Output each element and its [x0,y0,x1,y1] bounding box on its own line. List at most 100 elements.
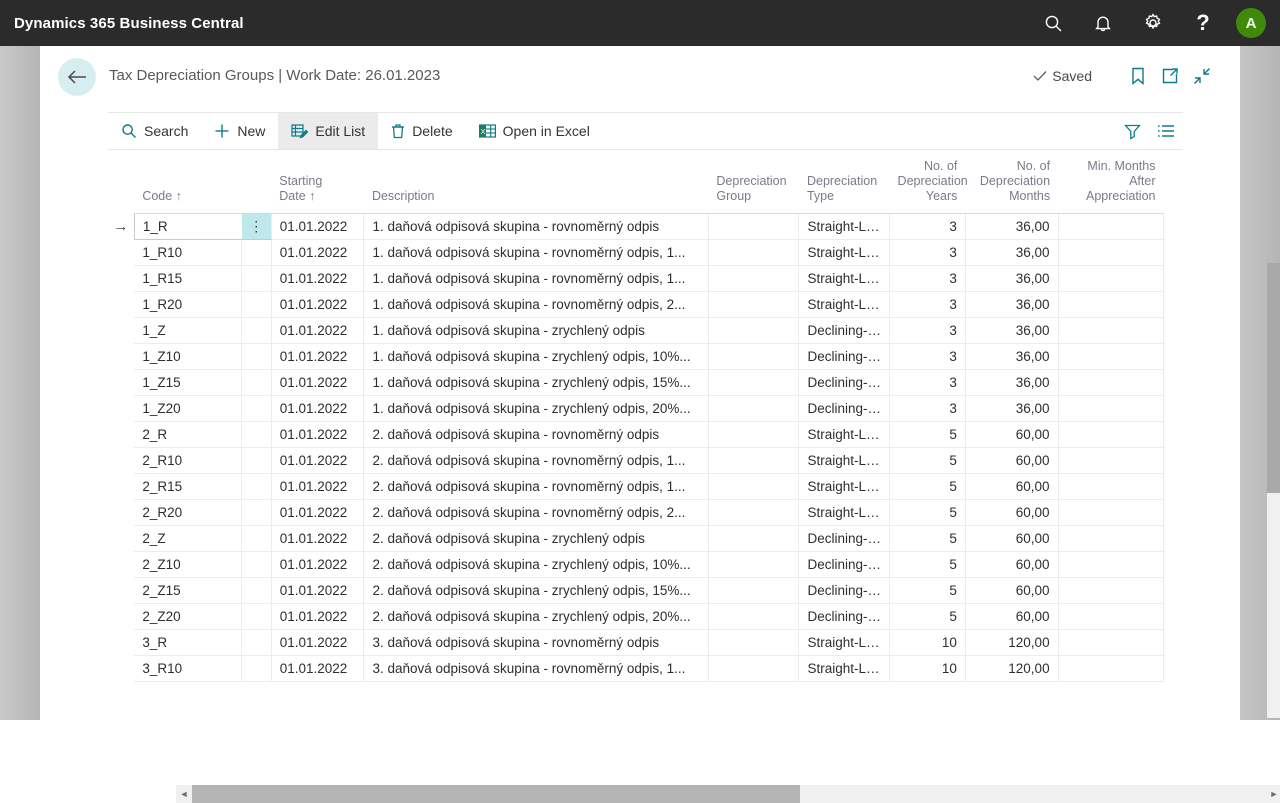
row-menu-button[interactable] [241,291,272,318]
cell-starting-date[interactable]: 01.01.2022 [271,629,365,656]
table-row[interactable]: 2_Z 01.01.2022 2. daňová odpisová skupina … [108,525,1165,552]
cell-description[interactable]: 2. daňová odpisová skupina - rovnoměrný … [363,447,709,474]
cell-min-months-after-appreciation[interactable] [1058,551,1165,578]
cell-min-months-after-appreciation[interactable] [1058,291,1165,318]
cell-code[interactable]: 1_Z10 [134,343,243,370]
cell-no-of-depreciation-years[interactable]: 10 [889,655,966,682]
table-row[interactable]: 2_R20 01.01.2022 2. daňová odpisová skupin… [108,499,1165,526]
cell-depreciation-type[interactable]: Declining-B... [798,343,891,370]
column-header-description[interactable]: Description [363,151,709,214]
cell-starting-date[interactable]: 01.01.2022 [271,525,365,552]
cell-description[interactable]: 1. daňová odpisová skupina - zrychlený o… [363,317,709,344]
scroll-right-arrow-icon[interactable]: ► [1266,785,1280,803]
row-menu-button[interactable] [241,499,272,526]
cell-min-months-after-appreciation[interactable] [1058,213,1165,240]
cell-description[interactable]: 1. daňová odpisová skupina - rovnoměrný … [363,239,709,266]
cell-starting-date[interactable]: 01.01.2022 [271,421,365,448]
cell-no-of-depreciation-months[interactable]: 36,00 [965,213,1059,240]
cell-code[interactable]: 1_R10 [134,239,243,266]
list-view-icon[interactable] [1149,113,1183,149]
cell-min-months-after-appreciation[interactable] [1058,629,1165,656]
cell-no-of-depreciation-years[interactable]: 10 [889,629,966,656]
cell-no-of-depreciation-years[interactable]: 3 [889,213,966,240]
cell-no-of-depreciation-months[interactable]: 60,00 [965,603,1059,630]
search-button[interactable]: Search [108,113,201,149]
cell-starting-date[interactable]: 01.01.2022 [271,291,365,318]
cell-depreciation-group[interactable] [708,551,800,578]
cell-no-of-depreciation-months[interactable]: 36,00 [965,265,1059,292]
cell-min-months-after-appreciation[interactable] [1058,655,1165,682]
table-row[interactable]: 1_Z20 01.01.2022 1. daňová odpisová skupin… [108,395,1165,422]
cell-code[interactable]: 2_R10 [134,447,243,474]
cell-depreciation-group[interactable] [708,343,800,370]
cell-min-months-after-appreciation[interactable] [1058,447,1165,474]
cell-code[interactable]: 2_R [134,421,243,448]
cell-starting-date[interactable]: 01.01.2022 [271,395,365,422]
bookmark-icon[interactable] [1122,58,1154,94]
cell-starting-date[interactable]: 01.01.2022 [271,655,365,682]
cell-depreciation-group[interactable] [708,421,800,448]
cell-depreciation-type[interactable]: Declining-B... [798,369,891,396]
cell-min-months-after-appreciation[interactable] [1058,525,1165,552]
table-row[interactable]: 1_Z 01.01.2022 1. daňová odpisová skupina … [108,317,1165,344]
cell-no-of-depreciation-months[interactable]: 36,00 [965,291,1059,318]
cell-depreciation-type[interactable]: Straight-Line [798,213,891,240]
cell-no-of-depreciation-years[interactable]: 3 [889,395,966,422]
column-header-depreciation-group[interactable]: Depreciation Group [708,151,799,214]
cell-depreciation-group[interactable] [708,369,800,396]
cell-no-of-depreciation-months[interactable]: 120,00 [965,629,1059,656]
cell-description[interactable]: 1. daňová odpisová skupina - zrychlený o… [363,395,709,422]
cell-description[interactable]: 1. daňová odpisová skupina - rovnoměrný … [363,213,709,240]
cell-code[interactable]: 2_Z20 [134,603,243,630]
row-menu-button[interactable] [241,629,272,656]
cell-depreciation-type[interactable]: Straight-Line [798,239,891,266]
cell-description[interactable]: 2. daňová odpisová skupina - rovnoměrný … [363,499,709,526]
cell-no-of-depreciation-months[interactable]: 60,00 [965,421,1059,448]
cell-code[interactable]: 3_R [134,629,243,656]
row-menu-button[interactable] [241,239,272,266]
cell-code[interactable]: 2_Z [134,525,243,552]
cell-no-of-depreciation-years[interactable]: 3 [889,291,966,318]
cell-min-months-after-appreciation[interactable] [1058,603,1165,630]
cell-description[interactable]: 2. daňová odpisová skupina - zrychlený o… [363,603,709,630]
cell-depreciation-group[interactable] [708,291,800,318]
cell-depreciation-type[interactable]: Declining-B... [798,395,891,422]
filter-icon[interactable] [1115,113,1149,149]
cell-code[interactable]: 1_R15 [134,265,243,292]
cell-no-of-depreciation-months[interactable]: 36,00 [965,343,1059,370]
cell-starting-date[interactable]: 01.01.2022 [271,213,365,240]
new-button[interactable]: New [201,113,278,149]
cell-starting-date[interactable]: 01.01.2022 [271,447,365,474]
cell-min-months-after-appreciation[interactable] [1058,239,1165,266]
cell-min-months-after-appreciation[interactable] [1058,395,1165,422]
cell-depreciation-group[interactable] [708,525,800,552]
table-row[interactable]: 2_Z15 01.01.2022 2. daňová odpisová skupin… [108,577,1165,604]
back-button[interactable] [58,58,96,96]
open-in-excel-button[interactable]: X Open in Excel [466,113,603,149]
column-header-no-of-depreciation-years[interactable]: No. of Depreciation Years [889,151,968,214]
cell-description[interactable]: 1. daňová odpisová skupina - rovnoměrný … [363,291,709,318]
cell-no-of-depreciation-months[interactable]: 60,00 [965,551,1059,578]
row-menu-button[interactable] [241,447,272,474]
cell-depreciation-type[interactable]: Straight-Line [798,291,891,318]
table-row[interactable]: 3_R 01.01.2022 3. daňová odpisová skupina … [108,629,1165,656]
cell-code[interactable]: 1_R [133,212,242,240]
table-row[interactable]: 2_Z20 01.01.2022 2. daňová odpisová skupin… [108,603,1165,630]
table-row[interactable]: 1_Z15 01.01.2022 1. daňová odpisová skupin… [108,369,1165,396]
cell-no-of-depreciation-months[interactable]: 60,00 [965,525,1059,552]
cell-min-months-after-appreciation[interactable] [1058,577,1165,604]
column-header-depreciation-type[interactable]: Depreciation Type [798,151,890,214]
open-in-new-window-icon[interactable] [1154,58,1186,94]
cell-depreciation-group[interactable] [708,265,800,292]
cell-code[interactable]: 1_Z [134,317,243,344]
cell-no-of-depreciation-years[interactable]: 3 [889,239,966,266]
row-menu-button[interactable]: ⋮ [241,212,272,240]
cell-code[interactable]: 2_Z10 [134,551,243,578]
column-header-min-months-after-appreciation[interactable]: Min. Months After Appreciation [1058,151,1164,214]
cell-depreciation-type[interactable]: Declining-B... [798,317,891,344]
cell-depreciation-type[interactable]: Declining-B... [798,577,891,604]
table-row[interactable]: 2_R15 01.01.2022 2. daňová odpisová skupin… [108,473,1165,500]
cell-depreciation-group[interactable] [708,395,800,422]
cell-description[interactable]: 1. daňová odpisová skupina - rovnoměrný … [363,265,709,292]
cell-description[interactable]: 2. daňová odpisová skupina - rovnoměrný … [363,421,709,448]
